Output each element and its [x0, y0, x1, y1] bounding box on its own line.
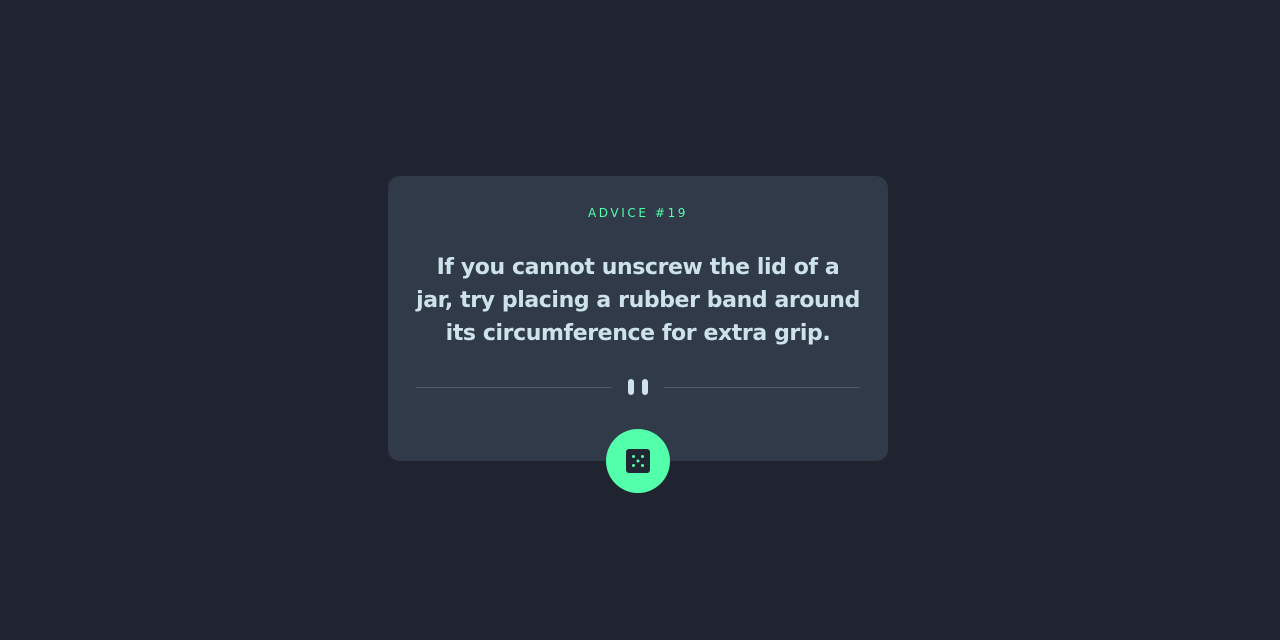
advice-number-label: ADVICE #19 [587, 206, 689, 220]
divider-line-right [664, 387, 860, 388]
advice-quote: If you cannot unscrew the lid of a jar, … [416, 255, 860, 346]
generate-advice-button[interactable] [606, 429, 670, 493]
pause-icon [628, 379, 648, 395]
divider-line-left [416, 387, 612, 388]
advice-card: ADVICE #19 If you cannot unscrew the lid… [388, 176, 888, 461]
dice-icon [626, 449, 650, 473]
